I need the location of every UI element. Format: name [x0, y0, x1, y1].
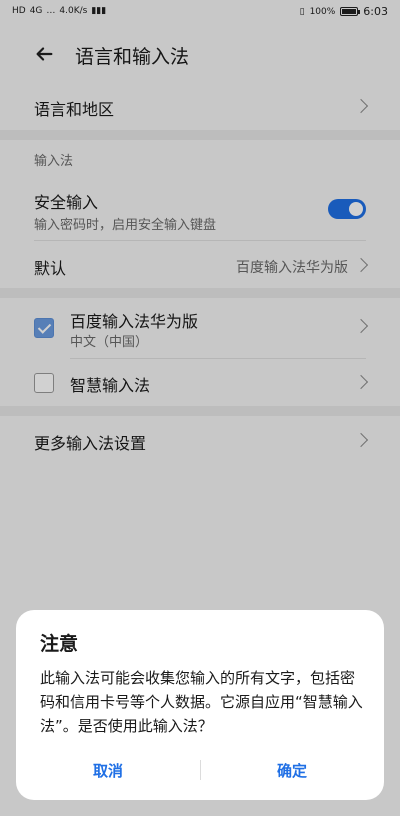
cancel-button[interactable]: 取消	[16, 750, 200, 790]
dialog-actions: 取消 确定	[16, 750, 384, 790]
ok-button[interactable]: 确定	[200, 750, 384, 790]
dialog-title: 注意	[40, 633, 79, 655]
dialog-message: 此输入法可能会收集您输入的所有文字，包括密码和信用卡号等个人数据。它源自应用“智…	[40, 669, 363, 735]
permission-dialog: 注意 此输入法可能会收集您输入的所有文字，包括密码和信用卡号等个人数据。它源自应…	[16, 610, 384, 800]
